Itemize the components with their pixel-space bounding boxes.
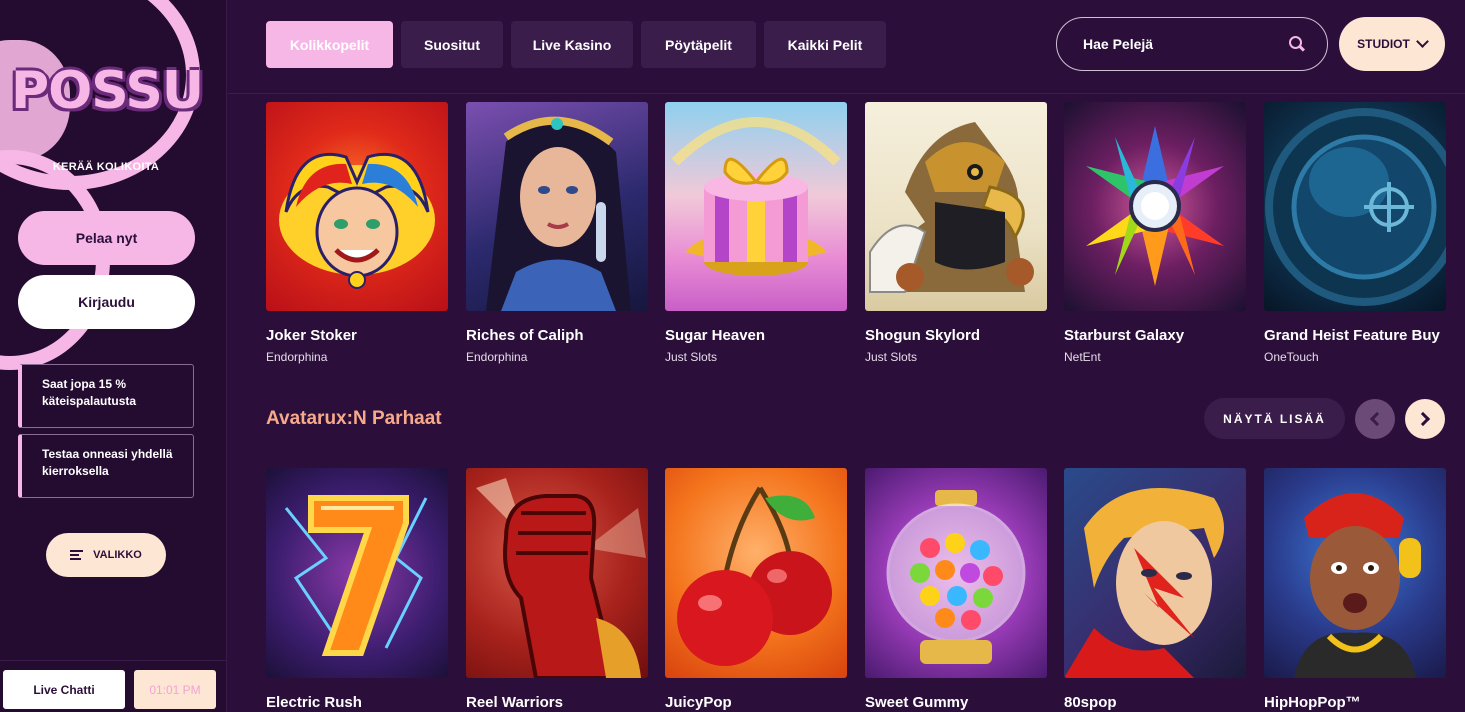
game-card[interactable]: JuicyPop: [665, 468, 847, 711]
live-chat-button[interactable]: Live Chatti: [3, 670, 125, 709]
hamburger-icon: [70, 548, 84, 562]
game-card[interactable]: Shogun Skylord Just Slots: [865, 102, 1047, 364]
section-title: Avatarux:N Parhaat: [266, 408, 442, 429]
caliph-princess-image: [486, 116, 631, 311]
vault-door-image: [1265, 108, 1446, 306]
show-more-button[interactable]: NÄYTÄ LISÄÄ: [1204, 398, 1345, 439]
game-thumbnail[interactable]: [1064, 102, 1246, 311]
game-thumbnail[interactable]: [466, 468, 648, 678]
game-card[interactable]: 80spop: [1064, 468, 1246, 711]
game-studio: NetEnt: [1064, 350, 1101, 364]
game-title[interactable]: Joker Stoker: [266, 327, 448, 344]
game-title[interactable]: Reel Warriors: [466, 694, 648, 711]
tab-all-games[interactable]: Kaikki Pelit: [764, 21, 886, 68]
tagline: KERÄÄ KOLIKOITA: [52, 161, 160, 173]
game-thumbnail[interactable]: [665, 102, 847, 311]
carousel-next-button[interactable]: [1405, 399, 1445, 439]
login-button[interactable]: Kirjaudu: [18, 275, 195, 329]
gumball-jar-image: [886, 490, 1026, 664]
carousel-prev-button[interactable]: [1355, 399, 1395, 439]
game-title[interactable]: Grand Heist Feature Buy: [1264, 327, 1446, 344]
game-thumbnail[interactable]: [1264, 468, 1446, 678]
search-input[interactable]: [1083, 36, 1289, 52]
game-thumbnail[interactable]: [266, 468, 448, 678]
game-card[interactable]: Joker Stoker Endorphina: [266, 102, 448, 364]
promo-cashback[interactable]: Saat jopa 15 % käteispalautusta: [18, 364, 194, 428]
game-title[interactable]: Sugar Heaven: [665, 327, 847, 344]
game-thumbnail[interactable]: [665, 468, 847, 678]
game-studio: Endorphina: [466, 350, 528, 364]
game-studio: Just Slots: [865, 350, 918, 364]
rapper-image: [1294, 493, 1421, 678]
chevron-left-icon: [1369, 411, 1385, 427]
game-title[interactable]: HipHopPop™: [1264, 694, 1446, 711]
game-title[interactable]: 80spop: [1064, 694, 1246, 711]
game-card[interactable]: Sweet Gummy: [865, 468, 1047, 711]
game-studio: OneTouch: [1264, 350, 1319, 364]
game-studio: Endorphina: [266, 350, 328, 364]
game-card[interactable]: Grand Heist Feature Buy OneTouch: [1264, 102, 1446, 364]
game-title[interactable]: JuicyPop: [665, 694, 847, 711]
game-title[interactable]: Sweet Gummy: [865, 694, 1047, 711]
sidebar: POSSU KERÄÄ KOLIKOITA Pelaa nyt Kirjaudu…: [0, 0, 227, 712]
eagle-warrior-image: [869, 122, 1034, 293]
game-card[interactable]: Starburst Galaxy NetEnt: [1064, 102, 1246, 364]
tab-popular[interactable]: Suositut: [401, 21, 503, 68]
search-box: [1056, 17, 1328, 71]
menu-button[interactable]: VALIKKO: [46, 533, 166, 577]
lucky-seven-image: [284, 495, 428, 656]
top-bar: Kolikkopelit Suositut Live Kasino Pöytäp…: [228, 0, 1465, 94]
game-thumbnail[interactable]: [466, 102, 648, 311]
game-thumbnail[interactable]: [1064, 468, 1246, 678]
game-card[interactable]: Riches of Caliph Endorphina: [466, 102, 648, 364]
promo-free-spin[interactable]: Testaa onneasi yhdellä kierroksella: [18, 434, 194, 498]
game-card[interactable]: Reel Warriors: [466, 468, 648, 711]
game-thumbnail[interactable]: [865, 468, 1047, 678]
brand-logo[interactable]: POSSU: [11, 58, 204, 124]
play-now-button[interactable]: Pelaa nyt: [18, 211, 195, 265]
chevron-right-icon: [1415, 411, 1431, 427]
gift-box-image: [671, 117, 841, 276]
game-card[interactable]: Sugar Heaven Just Slots: [665, 102, 847, 364]
game-title[interactable]: Riches of Caliph: [466, 327, 648, 344]
cherries-image: [677, 486, 832, 666]
clock: 01:01 PM: [134, 670, 216, 709]
tab-slots[interactable]: Kolikkopelit: [266, 21, 393, 68]
game-studio: Just Slots: [665, 350, 718, 364]
menu-label: VALIKKO: [93, 549, 142, 561]
fist-image: [476, 478, 646, 678]
game-title[interactable]: Shogun Skylord: [865, 327, 1047, 344]
game-card[interactable]: HipHopPop™: [1264, 468, 1446, 711]
game-thumbnail[interactable]: [865, 102, 1047, 311]
studios-label: STUDIOT: [1357, 37, 1410, 51]
game-title[interactable]: Electric Rush: [266, 694, 448, 711]
tab-table-games[interactable]: Pöytäpelit: [641, 21, 756, 68]
game-thumbnail[interactable]: [1264, 102, 1446, 311]
rockstar-image: [1064, 488, 1224, 678]
game-card[interactable]: Electric Rush: [266, 468, 448, 711]
chevron-down-icon: [1415, 35, 1429, 48]
studios-dropdown[interactable]: STUDIOT: [1339, 17, 1445, 71]
jester-image: [279, 152, 435, 289]
starburst-gem-image: [1086, 126, 1224, 286]
tab-live-casino[interactable]: Live Kasino: [511, 21, 633, 68]
game-title[interactable]: Starburst Galaxy: [1064, 327, 1246, 344]
game-thumbnail[interactable]: [266, 102, 448, 311]
search-icon[interactable]: [1289, 36, 1305, 52]
